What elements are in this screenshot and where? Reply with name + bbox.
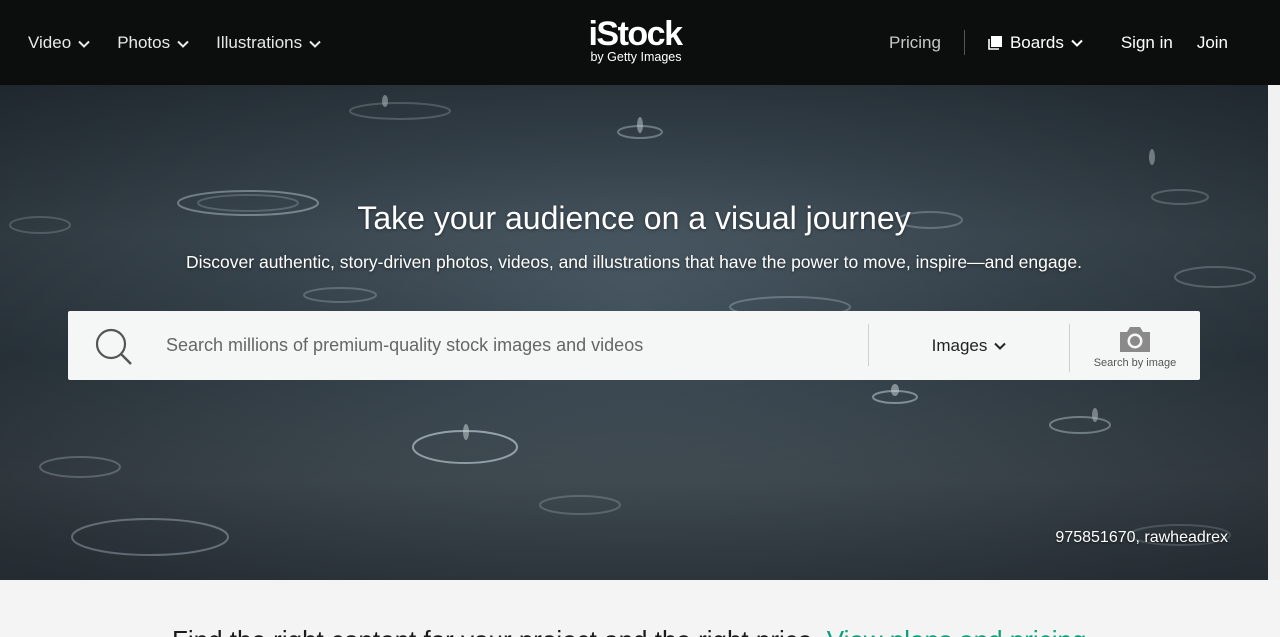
image-credit: 975851670, rawheadrex	[1055, 529, 1228, 546]
chevron-down-icon	[1071, 39, 1083, 47]
nav-illustrations-menu[interactable]: Illustrations	[216, 33, 321, 53]
media-type-label: Images	[931, 335, 988, 355]
chevron-down-icon	[994, 342, 1007, 350]
search-input[interactable]	[166, 311, 866, 380]
nav-photos-label: Photos	[117, 32, 171, 52]
nav-photos-menu[interactable]: Photos	[117, 33, 189, 53]
chevron-down-icon	[177, 33, 189, 53]
search-icon[interactable]	[94, 327, 134, 367]
camera-icon	[1116, 325, 1154, 360]
search-bar: Images Search by image	[68, 311, 1200, 380]
hero-title: Take your audience on a visual journey	[357, 200, 911, 236]
logo-sub: by Getty Images	[590, 50, 682, 64]
nav-video-label: Video	[28, 32, 72, 52]
search-by-image-label: Search by image	[1093, 357, 1177, 369]
view-plans-link[interactable]: View plans and pricing	[827, 625, 1087, 637]
nav-right: Pricing Boards Sign in Join	[889, 0, 1228, 85]
boards-label: Boards	[1009, 32, 1064, 52]
sign-in-link[interactable]: Sign in	[1121, 33, 1173, 53]
hero-subtitle: Discover authentic, story-driven photos,…	[186, 252, 1082, 272]
boards-menu[interactable]: Boards	[988, 33, 1083, 53]
logo-brand: iStock	[588, 15, 683, 53]
page-scrollbar[interactable]	[1268, 85, 1280, 580]
top-navigation-bar: Video Photos Illustrations iStock by Get…	[0, 0, 1280, 85]
join-link[interactable]: Join	[1197, 33, 1228, 53]
pricing-promo-section: Find the right content for your project …	[0, 580, 1280, 637]
nav-illustrations-label: Illustrations	[216, 32, 303, 52]
media-type-select[interactable]: Images	[869, 311, 1069, 380]
nav-left: Video Photos Illustrations	[28, 0, 348, 85]
nav-divider	[963, 30, 965, 55]
hero-banner: Take your audience on a visual journey D…	[0, 85, 1268, 580]
pricing-promo-text: Find the right content for your project …	[172, 625, 1086, 637]
promo-text: Find the right content for your project …	[172, 625, 819, 637]
pricing-link[interactable]: Pricing	[889, 33, 941, 53]
nav-video-menu[interactable]: Video	[28, 33, 90, 53]
chevron-down-icon	[78, 33, 90, 53]
search-by-image-button[interactable]: Search by image	[1070, 311, 1200, 380]
istock-logo[interactable]: iStock by Getty Images	[579, 16, 691, 68]
chevron-down-icon	[309, 33, 321, 53]
boards-icon	[988, 35, 1002, 50]
